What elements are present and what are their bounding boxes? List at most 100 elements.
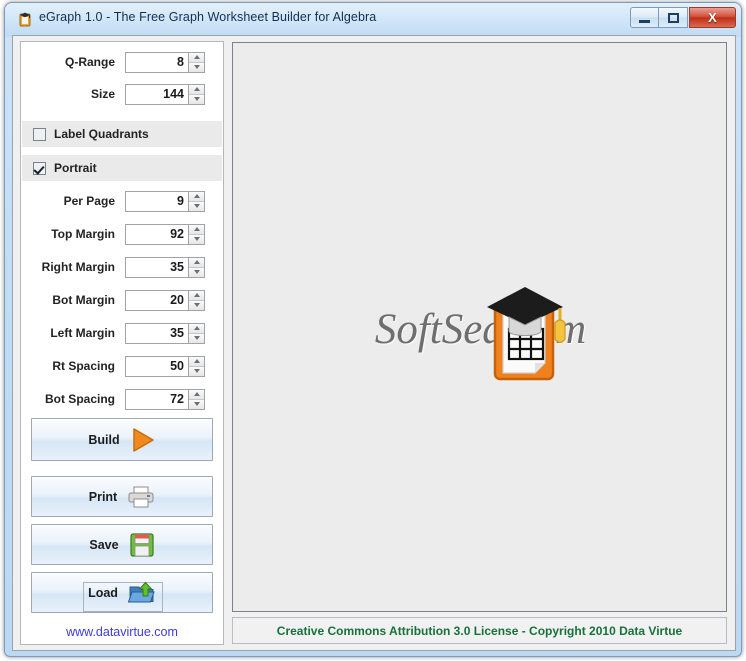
input-q-range[interactable] xyxy=(125,51,189,73)
input-per-page[interactable] xyxy=(125,190,189,212)
spinner-up-top-margin[interactable] xyxy=(189,224,204,234)
chevron-up-icon xyxy=(193,227,200,231)
app-clipboard-cap-icon xyxy=(19,12,31,27)
spinner-buttons-bot-margin xyxy=(189,289,205,311)
checkbox-label-quadrants[interactable] xyxy=(33,127,46,141)
spinner-buttons-per-page xyxy=(189,190,205,212)
spinner-down-bot-spacing[interactable] xyxy=(189,398,204,409)
spinner-up-per-page[interactable] xyxy=(189,191,204,201)
spinner-down-rt-spacing[interactable] xyxy=(189,365,204,376)
spinner-right-margin[interactable] xyxy=(125,256,205,278)
chevron-down-icon xyxy=(193,369,200,373)
spinner-down-bot-margin[interactable] xyxy=(189,299,204,310)
label-bot-margin: Bot Margin xyxy=(52,293,115,307)
load-button[interactable]: Load xyxy=(31,572,213,613)
chevron-up-icon xyxy=(193,293,200,297)
field-row-right-margin: Right Margin xyxy=(21,254,223,280)
chevron-up-icon xyxy=(193,260,200,264)
spinner-down-left-margin[interactable] xyxy=(189,332,204,343)
field-row-rt-spacing: Rt Spacing xyxy=(21,353,223,379)
spinner-up-q-range[interactable] xyxy=(189,52,204,62)
spinner-up-right-margin[interactable] xyxy=(189,257,204,267)
chevron-down-icon xyxy=(193,402,200,406)
spinner-down-per-page[interactable] xyxy=(189,200,204,211)
spinner-up-bot-spacing[interactable] xyxy=(189,389,204,399)
field-row-q-range: Q-Range xyxy=(21,49,223,75)
chevron-down-icon xyxy=(193,204,200,208)
print-button-label: Print xyxy=(88,489,118,504)
build-button[interactable]: Build xyxy=(31,418,213,461)
spinner-up-rt-spacing[interactable] xyxy=(189,356,204,366)
spinner-left-margin[interactable] xyxy=(125,322,205,344)
spinner-buttons-rt-spacing xyxy=(189,355,205,377)
load-button-label: Load xyxy=(88,585,118,600)
spinner-size[interactable] xyxy=(125,83,205,105)
label-q-range: Q-Range xyxy=(64,55,115,69)
floppy-disk-icon xyxy=(129,532,154,557)
input-top-margin[interactable] xyxy=(125,223,189,245)
label-rt-spacing: Rt Spacing xyxy=(52,359,115,373)
spinner-down-q-range[interactable] xyxy=(189,61,204,72)
status-bar: Creative Commons Attribution 3.0 License… xyxy=(232,617,727,644)
print-button[interactable]: Print xyxy=(31,476,213,517)
input-left-margin[interactable] xyxy=(125,322,189,344)
spinner-bot-spacing[interactable] xyxy=(125,388,205,410)
spinner-buttons-top-margin xyxy=(189,223,205,245)
spinner-buttons-q-range xyxy=(189,51,205,73)
chevron-down-icon xyxy=(193,65,200,69)
chevron-up-icon xyxy=(193,359,200,363)
spinner-bot-margin[interactable] xyxy=(125,289,205,311)
input-right-margin[interactable] xyxy=(125,256,189,278)
input-bot-spacing[interactable] xyxy=(125,388,189,410)
minimize-icon xyxy=(639,19,650,23)
spinner-down-right-margin[interactable] xyxy=(189,266,204,277)
label-size: Size xyxy=(90,87,115,101)
spinner-down-size[interactable] xyxy=(189,93,204,104)
chevron-up-icon xyxy=(193,55,200,59)
maximize-button[interactable] xyxy=(659,7,688,28)
title-bar[interactable]: eGraph 1.0 - The Free Graph Worksheet Bu… xyxy=(5,3,741,35)
license-copyright-text: Creative Commons Attribution 3.0 License… xyxy=(276,623,683,638)
save-button[interactable]: Save xyxy=(31,524,213,565)
label-right-margin: Right Margin xyxy=(41,260,115,274)
chevron-down-icon xyxy=(193,237,200,241)
spinner-q-range[interactable] xyxy=(125,51,205,73)
input-bot-margin[interactable] xyxy=(125,289,189,311)
input-size[interactable] xyxy=(125,83,189,105)
checkbox-portrait[interactable] xyxy=(33,161,46,175)
chevron-up-icon xyxy=(193,392,200,396)
checkbox-row-label-quadrants[interactable]: Label Quadrants xyxy=(22,121,222,147)
field-row-bot-margin: Bot Margin xyxy=(21,287,223,313)
application-window: eGraph 1.0 - The Free Graph Worksheet Bu… xyxy=(4,2,742,657)
window-title: eGraph 1.0 - The Free Graph Worksheet Bu… xyxy=(39,10,377,24)
minimize-button[interactable] xyxy=(630,7,659,28)
build-button-label: Build xyxy=(88,432,120,447)
label-left-margin: Left Margin xyxy=(50,326,115,340)
maximize-icon xyxy=(667,12,679,23)
field-row-per-page: Per Page xyxy=(21,188,223,214)
chevron-down-icon xyxy=(193,270,200,274)
spinner-buttons-bot-spacing xyxy=(189,388,205,410)
spinner-top-margin[interactable] xyxy=(125,223,205,245)
datavirtue-website-link[interactable]: www.datavirtue.com xyxy=(21,625,223,639)
chevron-down-icon xyxy=(193,97,200,101)
spinner-rt-spacing[interactable] xyxy=(125,355,205,377)
spinner-per-page[interactable] xyxy=(125,190,205,212)
save-button-label: Save xyxy=(89,537,119,552)
spinner-buttons-left-margin xyxy=(189,322,205,344)
spinner-up-bot-margin[interactable] xyxy=(189,290,204,300)
spinner-up-size[interactable] xyxy=(189,84,204,94)
printer-icon xyxy=(128,486,154,507)
chevron-down-icon xyxy=(193,336,200,340)
worksheet-preview-area[interactable]: SoftSea.com xyxy=(232,42,727,612)
graduation-cap-clipboard-logo xyxy=(487,287,566,381)
input-rt-spacing[interactable] xyxy=(125,355,189,377)
play-triangle-icon xyxy=(132,427,154,452)
field-row-top-margin: Top Margin xyxy=(21,221,223,247)
spinner-up-left-margin[interactable] xyxy=(189,323,204,333)
spinner-down-top-margin[interactable] xyxy=(189,233,204,244)
close-button[interactable]: X xyxy=(689,7,736,28)
checkbox-row-portrait[interactable]: Portrait xyxy=(22,155,222,181)
open-folder-up-arrow-icon xyxy=(127,581,155,602)
label-bot-spacing: Bot Spacing xyxy=(44,392,115,406)
